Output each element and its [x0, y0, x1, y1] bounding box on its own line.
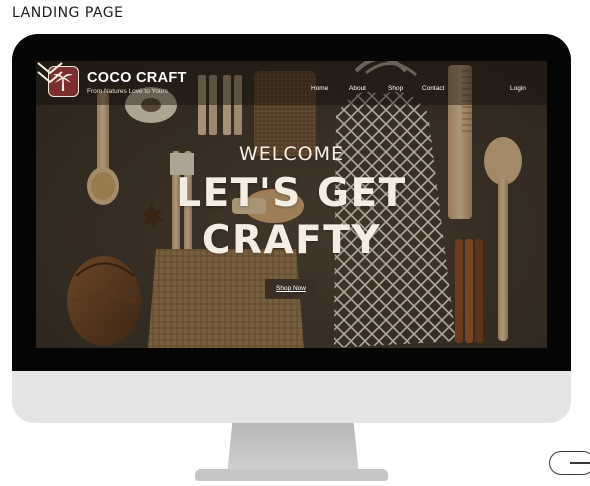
brand-name[interactable]: COCO CRAFT [87, 70, 187, 86]
dash-icon [570, 462, 590, 464]
nav-link-contact[interactable]: Contact [422, 85, 444, 92]
double-chevron-down-icon[interactable] [36, 61, 64, 85]
nav-link-home[interactable]: Home [311, 85, 328, 92]
site-navbar: COCO CRAFT From Natures Love to Yours Ho… [36, 61, 547, 105]
shop-now-button[interactable]: Shop Now [265, 279, 317, 299]
website-screen: COCO CRAFT From Natures Love to Yours Ho… [36, 61, 547, 348]
scroll-toggle-button[interactable] [549, 451, 590, 475]
nav-link-about[interactable]: About [349, 85, 366, 92]
nav-link-shop[interactable]: Shop [388, 85, 403, 92]
page-caption: LANDING PAGE [12, 5, 124, 21]
monitor-chin [12, 371, 571, 423]
hero-headline-line2: CRAFTY [201, 218, 382, 263]
brand-tagline: From Natures Love to Yours [87, 88, 168, 95]
monitor-stand-base [195, 469, 388, 481]
monitor-stand-neck [227, 423, 359, 475]
nav-link-login[interactable]: Login [510, 85, 526, 92]
hero-welcome: WELCOME [239, 143, 344, 165]
hero-headline-line1: LET'S GET [176, 171, 407, 216]
